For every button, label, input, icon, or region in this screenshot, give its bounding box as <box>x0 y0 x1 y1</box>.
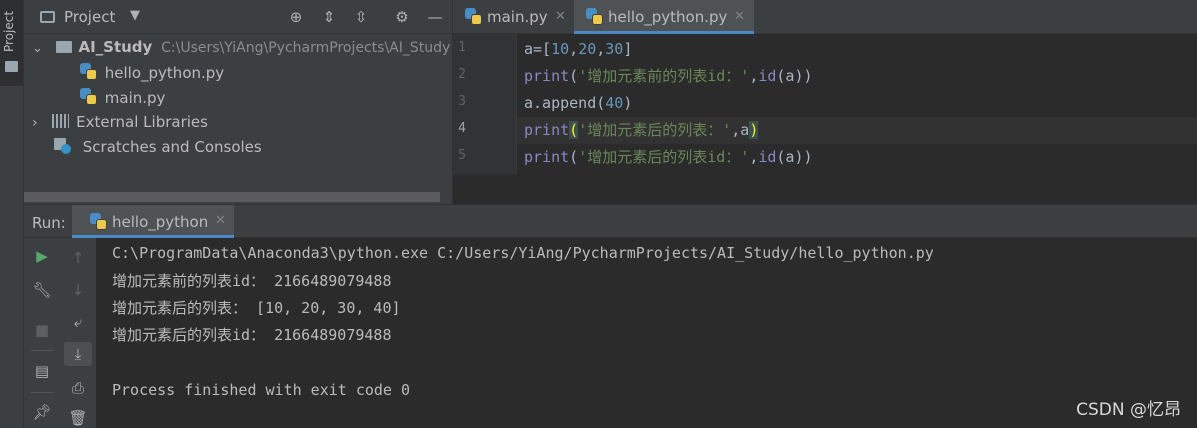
chevron-down-icon[interactable]: ▼ <box>130 8 140 23</box>
library-icon <box>52 114 70 128</box>
scroll-to-end-icon[interactable]: ⤓ <box>64 342 92 366</box>
folder-icon <box>5 61 18 72</box>
file-name: main.py <box>104 89 166 107</box>
horizontal-scrollbar[interactable] <box>24 192 440 202</box>
code-line-2[interactable]: print('增加元素前的列表id：',id(a)) <box>524 63 813 90</box>
close-icon[interactable]: ✕ <box>734 0 745 34</box>
run-toolbar-primary: ▶ 🔧︎ ■ ▤ 📌︎ <box>24 238 60 428</box>
tab-label: main.py <box>487 8 548 26</box>
python-file-icon <box>586 8 604 26</box>
arrow-down-icon[interactable]: ↓ <box>64 278 92 302</box>
console-output[interactable]: C:\ProgramData\Anaconda3\python.exe C:/U… <box>96 238 1197 428</box>
run-toolbar-secondary: ↑ ↓ ⤶ ⤓ ⎙ 🗑︎ <box>60 238 96 428</box>
line-number: 2 <box>458 67 466 82</box>
python-file-icon <box>80 88 98 106</box>
close-icon[interactable]: ✕ <box>215 213 226 228</box>
collapse-all-icon[interactable]: ⇳ <box>352 8 370 26</box>
console-line: C:\ProgramData\Anaconda3\python.exe C:/U… <box>112 244 934 262</box>
console-line: 增加元素后的列表id： 2166489079488 <box>112 326 392 344</box>
wrench-icon[interactable]: 🔧︎ <box>28 278 56 302</box>
stop-icon[interactable]: ■ <box>28 318 56 342</box>
print-icon[interactable]: ⎙ <box>64 376 92 400</box>
run-label: Run: <box>32 214 66 232</box>
code-line-3[interactable]: a.append(40) <box>524 90 632 117</box>
chevron-down-icon[interactable]: ⌄ <box>32 41 43 56</box>
hide-icon[interactable]: — <box>426 8 444 26</box>
separator <box>31 392 53 393</box>
editor-panel: main.py ✕ hello_python.py ✕ 1 2 3 4 5 a=… <box>452 0 1197 204</box>
arrow-up-icon[interactable]: ↑ <box>64 246 92 270</box>
project-panel: Project ▼ ⊕ ⇕ ⇳ ⚙ — ⌄ AI_Study C:\Users\… <box>24 0 452 204</box>
file-name: hello_python.py <box>104 64 225 82</box>
tab-label: hello_python.py <box>608 8 728 26</box>
line-number: 4 <box>458 121 466 136</box>
project-panel-header: Project ▼ ⊕ ⇕ ⇳ ⚙ — <box>24 0 452 34</box>
tree-item-external-libraries[interactable]: › External Libraries <box>32 110 208 134</box>
scratches-icon <box>54 138 72 154</box>
chevron-right-icon[interactable]: › <box>32 115 38 131</box>
line-number-gutter: 1 2 3 4 5 <box>453 34 517 174</box>
locate-icon[interactable]: ⊕ <box>287 8 305 26</box>
pin-icon[interactable]: 📌︎ <box>28 400 56 424</box>
code-line-1[interactable]: a=[10,20,30] <box>524 36 632 63</box>
tree-item-hello-python[interactable]: hello_python.py <box>80 60 224 84</box>
watermark: CSDN @忆昂 <box>1076 400 1181 420</box>
console-line: 增加元素前的列表id： 2166489079488 <box>112 272 392 290</box>
trash-icon[interactable]: 🗑︎ <box>64 406 92 428</box>
rerun-icon[interactable]: ▶ <box>28 244 56 268</box>
tree-item-label: External Libraries <box>76 113 208 131</box>
project-path: C:\Users\YiAng\PycharmProjects\AI_Study <box>161 40 451 56</box>
tab-hello-python-py[interactable]: hello_python.py ✕ <box>574 0 754 34</box>
python-file-icon <box>465 8 483 26</box>
run-tab-label: hello_python <box>112 213 209 231</box>
run-tab-hello-python[interactable]: hello_python ✕ <box>72 205 234 238</box>
expand-all-icon[interactable]: ⇕ <box>320 8 338 26</box>
code-area[interactable]: a=[10,20,30] print('增加元素前的列表id：',id(a)) … <box>517 34 1197 174</box>
folder-icon <box>55 41 72 53</box>
project-stripe-button[interactable]: Project <box>0 0 23 86</box>
run-panel-header: Run: hello_python ✕ <box>24 204 1197 238</box>
tool-window-stripe: Project <box>0 0 24 428</box>
line-number: 3 <box>458 94 466 109</box>
console-line: 增加元素后的列表： [10, 20, 30, 40] <box>112 299 401 317</box>
project-view-icon <box>40 11 55 23</box>
project-view-title[interactable]: Project <box>64 8 115 26</box>
tree-item-main[interactable]: main.py <box>80 85 165 109</box>
code-line-4[interactable]: print('增加元素后的列表：',a) <box>524 117 759 144</box>
code-line-5[interactable]: print('增加元素后的列表id：',id(a)) <box>524 144 813 171</box>
separator <box>31 350 53 351</box>
python-file-icon <box>80 63 98 81</box>
editor-tab-bar: main.py ✕ hello_python.py ✕ <box>453 0 1197 34</box>
line-number: 1 <box>458 40 466 55</box>
soft-wrap-icon[interactable]: ⤶ <box>64 310 92 334</box>
project-stripe-label: Project <box>2 10 16 52</box>
editor-empty-area[interactable] <box>453 174 1197 204</box>
tree-item-scratches[interactable]: Scratches and Consoles <box>54 135 262 159</box>
tab-main-py[interactable]: main.py ✕ <box>453 0 573 34</box>
project-name: AI_Study <box>78 38 153 56</box>
tree-item-ai-study[interactable]: ⌄ AI_Study C:\Users\YiAng\PycharmProject… <box>32 35 450 59</box>
python-file-icon <box>90 213 108 231</box>
layout-icon[interactable]: ▤ <box>28 359 56 383</box>
line-number: 5 <box>458 148 466 163</box>
tree-item-label: Scratches and Consoles <box>82 138 262 156</box>
console-line: Process finished with exit code 0 <box>112 381 411 399</box>
close-icon[interactable]: ✕ <box>555 0 566 34</box>
gear-icon[interactable]: ⚙ <box>393 8 411 26</box>
